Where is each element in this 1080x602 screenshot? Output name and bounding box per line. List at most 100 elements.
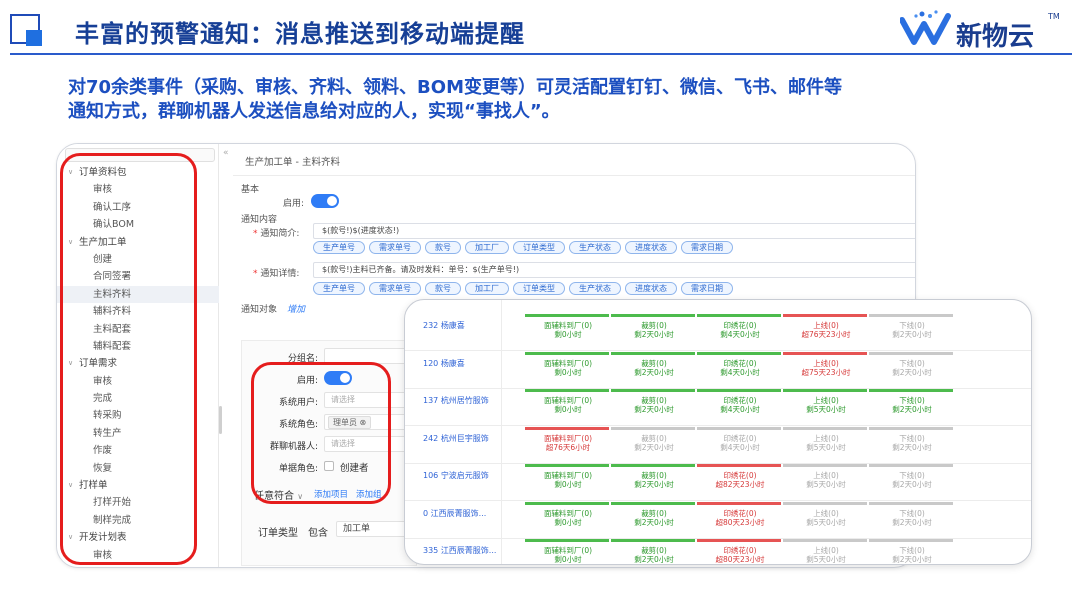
stage-time: 剩5天0小时	[806, 405, 846, 414]
stage-status-bar	[525, 389, 609, 392]
detail-field-tags: 生产单号 需求单号 款号 加工厂 订单类型 生产状态 进度状态 需求日期	[313, 282, 733, 295]
stage-status-bar	[525, 351, 609, 355]
field-tag[interactable]: 需求日期	[681, 282, 733, 295]
field-tag[interactable]: 进度状态	[625, 241, 677, 254]
progress-row-label[interactable]: 0 江西辰菁服饰...	[423, 508, 486, 519]
enable-toggle[interactable]	[311, 194, 339, 208]
brief-label: * 通知简介:	[253, 229, 300, 239]
stage-time: 超76天6小时	[545, 442, 591, 452]
field-tag[interactable]: 生产状态	[569, 241, 621, 254]
stage-status-bar	[525, 501, 609, 505]
field-tag[interactable]: 生产状态	[569, 282, 621, 295]
stage-cell: 印绣花(0) 剩4天0小时	[697, 389, 783, 425]
stage-cell: 下线(0) 剩2天0小时	[869, 426, 955, 463]
field-tag[interactable]: 需求单号	[369, 241, 421, 254]
stage-time: 剩0小时	[554, 405, 582, 414]
stage-cell: 下线(0) 剩2天0小时	[869, 539, 955, 564]
progress-row-label[interactable]: 335 江西辰菁服饰...	[423, 545, 496, 556]
brief-template-input[interactable]: $(款号!)$(进度状态!)	[313, 223, 915, 239]
progress-row[interactable]: 335 江西辰菁服饰... 面辅料到厂(0) 剩0小时 裁剪(0) 剩2天0小时 印绣花(…	[405, 539, 1031, 564]
stage-cell: 上线(0) 剩5天0小时	[783, 426, 869, 463]
field-tag[interactable]: 加工厂	[465, 241, 509, 254]
stage-cell: 裁剪(0) 剩2天0小时	[611, 314, 697, 350]
progress-row[interactable]: 106 宁波启元服饰 面辅料到厂(0) 剩0小时 裁剪(0) 剩2天0小时 印绣花(0) 超…	[405, 464, 1031, 501]
field-tag[interactable]: 需求日期	[681, 241, 733, 254]
progress-row-label[interactable]: 106 宁波启元服饰	[423, 470, 489, 481]
page-title: 丰富的预警通知：消息推送到移动端提醒	[75, 20, 525, 48]
stage-cell: 下线(0) 剩2天0小时	[869, 501, 955, 538]
stage-time: 剩2天0小时	[892, 405, 932, 414]
stage-status-bar	[697, 464, 781, 467]
stage-status-bar	[611, 426, 695, 430]
progress-row[interactable]: 120 杨康喜 面辅料到厂(0) 剩0小时 裁剪(0) 剩2天0小时 印绣花(0) 剩4天0…	[405, 351, 1031, 389]
field-tag[interactable]: 订单类型	[513, 241, 565, 254]
breadcrumb: 生产加工单 - 主料齐料	[245, 157, 340, 168]
section-content-title: 通知内容	[241, 215, 278, 225]
progress-row[interactable]: 137 杭州居竹服饰 面辅料到厂(0) 剩0小时 裁剪(0) 剩2天0小时 印绣花(0) 剩…	[405, 389, 1031, 426]
stage-cell: 印绣花(0) 剩4天0小时	[697, 351, 783, 388]
stage-status-bar	[611, 351, 695, 355]
stage-status-bar	[869, 501, 953, 505]
field-tag[interactable]: 进度状态	[625, 282, 677, 295]
stage-cell: 裁剪(0) 剩2天0小时	[611, 501, 697, 538]
description-line-2: 通知方式，群聊机器人发送信息给对应的人，实现“事找人”。	[68, 101, 560, 122]
field-tag[interactable]: 需求单号	[369, 282, 421, 295]
section-basic-title: 基本	[241, 185, 260, 195]
field-tag[interactable]: 生产单号	[313, 241, 365, 254]
progress-row[interactable]: 232 杨康喜 面辅料到厂(0) 剩0小时 裁剪(0) 剩2天0小时 印绣花(0) 剩4天0…	[405, 314, 1031, 351]
stage-cell: 面辅料到厂(0) 剩0小时	[525, 539, 611, 564]
stage-cell: 裁剪(0) 剩2天0小时	[611, 426, 697, 463]
stage-cell: 下线(0) 剩2天0小时	[869, 389, 955, 425]
stage-cell: 印绣花(0) 超82天23小时	[697, 464, 783, 500]
stage-status-bar	[525, 539, 609, 542]
stage-cell: 下线(0) 剩2天0小时	[869, 464, 955, 500]
stage-status-bar	[783, 314, 867, 317]
progress-row-label[interactable]: 120 杨康喜	[423, 358, 465, 369]
logo-text: 新物云	[956, 22, 1035, 52]
order-type-label: 订单类型	[258, 528, 298, 539]
sidebar-collapse-icon[interactable]: «	[223, 148, 229, 158]
stage-time: 剩0小时	[554, 555, 582, 564]
stage-status-bar	[697, 539, 781, 542]
stage-cell: 上线(0) 超76天23小时	[783, 314, 869, 350]
field-tag[interactable]: 订单类型	[513, 282, 565, 295]
stage-time: 剩2天0小时	[892, 555, 932, 564]
stage-time: 超82天23小时	[715, 480, 765, 489]
stage-cell: 面辅料到厂(0) 超76天6小时	[525, 426, 611, 463]
progress-row[interactable]: 242 杭州巨宇服饰 面辅料到厂(0) 超76天6小时 裁剪(0) 剩2天0小时 印绣花(…	[405, 426, 1031, 464]
field-tag[interactable]: 生产单号	[313, 282, 365, 295]
stage-cell: 面辅料到厂(0) 剩0小时	[525, 464, 611, 500]
stage-cell: 裁剪(0) 剩2天0小时	[611, 351, 697, 388]
stage-cell: 面辅料到厂(0) 剩0小时	[525, 501, 611, 538]
progress-row-label[interactable]: 137 杭州居竹服饰	[423, 395, 489, 406]
feature-description: 对70余类事件（采购、审核、齐料、领料、BOM变更等）可灵活配置钉钉、微信、飞书…	[68, 76, 1028, 124]
brief-field-tags: 生产单号 需求单号 款号 加工厂 订单类型 生产状态 进度状态 需求日期	[313, 241, 733, 254]
stage-status-bar	[783, 426, 867, 430]
field-tag[interactable]: 款号	[425, 241, 461, 254]
stage-time: 剩0小时	[554, 517, 582, 527]
progress-row-label[interactable]: 232 杨康喜	[423, 320, 465, 331]
stage-status-bar	[611, 314, 695, 317]
stage-time: 剩0小时	[554, 480, 582, 489]
sidebar-scrollbar[interactable]	[219, 406, 222, 434]
description-line-1: 对70余类事件（采购、审核、齐料、领料、BOM变更等）可灵活配置钉钉、微信、飞书…	[68, 77, 842, 98]
stage-time: 超80天23小时	[715, 555, 765, 564]
stage-cell: 上线(0) 剩5天0小时	[783, 464, 869, 500]
contains-operator[interactable]: 包含	[308, 524, 328, 539]
stage-cell: 裁剪(0) 剩2天0小时	[611, 464, 697, 500]
stage-status-bar	[611, 539, 695, 542]
stage-cell: 上线(0) 剩5天0小时	[783, 389, 869, 425]
field-tag[interactable]: 加工厂	[465, 282, 509, 295]
add-target-link[interactable]: 增加	[287, 302, 305, 315]
stage-status-bar	[869, 351, 953, 355]
field-tag[interactable]: 款号	[425, 282, 461, 295]
stage-status-bar	[783, 351, 867, 355]
stage-status-bar	[611, 389, 695, 392]
progress-row-label[interactable]: 242 杭州巨宇服饰	[423, 433, 489, 444]
stage-time: 剩5天0小时	[806, 442, 846, 452]
stage-status-bar	[525, 426, 609, 430]
progress-row[interactable]: 0 江西辰菁服饰... 面辅料到厂(0) 剩0小时 裁剪(0) 剩2天0小时 印绣花(0)…	[405, 501, 1031, 539]
stage-cell: 裁剪(0) 剩2天0小时	[611, 539, 697, 564]
detail-template-input[interactable]: $(款号!)主料已齐备。请及时发料：单号：$(生产单号!)	[313, 262, 915, 278]
stage-time: 剩2天0小时	[892, 480, 932, 489]
